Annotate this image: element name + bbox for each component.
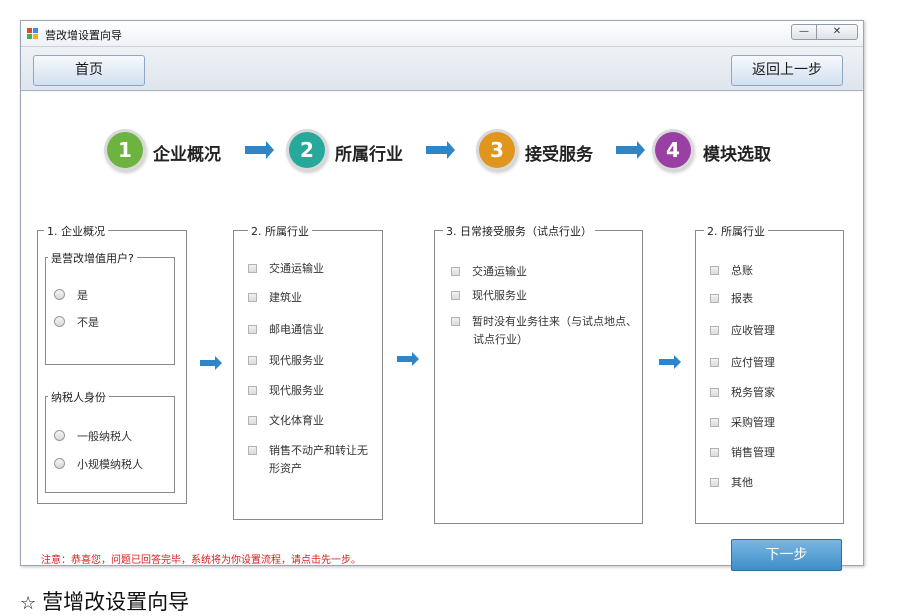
checkbox-no-business-line2: 试点行业） [473, 333, 528, 346]
step-3-label: 接受服务 [525, 145, 593, 165]
star-icon: ☆ [20, 593, 37, 614]
radio-icon [54, 458, 65, 469]
checkbox-modern-service[interactable]: 现代服务业 [451, 288, 527, 304]
checkbox-real-estate[interactable]: 销售不动产和转让无 [248, 443, 368, 459]
radio-vat-no[interactable]: 不是 [54, 315, 99, 331]
checkbox-receivables[interactable]: 应收管理 [710, 323, 775, 339]
taxpayer-type-group: 纳税人身份 一般纳税人 小规模纳税人 [45, 389, 175, 493]
checkbox-general-ledger[interactable]: 总账 [710, 263, 753, 279]
checkbox-icon [248, 293, 257, 302]
checkbox-icon [710, 266, 719, 275]
checkbox-tax-manager[interactable]: 税务管家 [710, 385, 775, 401]
flow-arrow-icon [659, 355, 681, 369]
module-group: 2. 所属行业 总账 报表 应收管理 应付管理 税务管家 采购管理 销售管理 其… [695, 223, 844, 524]
checkbox-no-business[interactable]: 暂时没有业务往来（与试点地点、 [451, 314, 637, 330]
group-legend: 2. 所属行业 [704, 223, 768, 239]
step-arrow-icon [426, 141, 455, 159]
step-3-badge: 3 [479, 132, 515, 168]
checkbox-icon [710, 448, 719, 457]
step-1-badge: 1 [107, 132, 143, 168]
caption-text: 营增改设置向导 [42, 590, 190, 614]
checkbox-icon [710, 326, 719, 335]
radio-icon [54, 430, 65, 441]
checkbox-culture-sports[interactable]: 文化体育业 [248, 413, 324, 429]
completion-notice: 注意：恭喜您，问题已回答完毕，系统将为你设置流程，请点击先一步。 [41, 555, 361, 566]
step-arrow-icon [616, 141, 645, 159]
checkbox-payables[interactable]: 应付管理 [710, 355, 775, 371]
group-legend: 1. 企业概况 [44, 223, 108, 239]
flow-arrow-icon [200, 356, 222, 370]
industry-group: 2. 所属行业 交通运输业 建筑业 邮电通信业 现代服务业 现代服务业 文化体育… [233, 223, 383, 520]
toolbar: 首页 返回上一步 [21, 47, 863, 91]
services-group: 3. 日常接受服务（试点行业） 交通运输业 现代服务业 暂时没有业务往来（与试点… [434, 223, 643, 524]
home-button[interactable]: 首页 [33, 55, 145, 86]
vat-user-group: 是营改增值用户? 是 不是 [45, 250, 175, 365]
checkbox-icon [248, 386, 257, 395]
wizard-content: 1 企业概况 2 所属行业 3 接受服务 4 模块选取 1. 企业概况 是营改增… [21, 92, 863, 571]
group-legend: 是营改增值用户? [48, 250, 137, 266]
checkbox-modern-service-2[interactable]: 现代服务业 [248, 383, 324, 399]
step-arrow-icon [245, 141, 274, 159]
title-bar: 营改增设置向导 — ✕ [21, 21, 863, 47]
step-4-label: 模块选取 [703, 145, 771, 165]
checkbox-icon [248, 325, 257, 334]
checkbox-construction[interactable]: 建筑业 [248, 290, 302, 306]
group-legend: 纳税人身份 [48, 389, 109, 405]
checkbox-icon [248, 264, 257, 273]
checkbox-other[interactable]: 其他 [710, 475, 753, 491]
checkbox-post-telecom[interactable]: 邮电通信业 [248, 322, 324, 338]
checkbox-icon [248, 446, 257, 455]
checkbox-icon [710, 294, 719, 303]
checkbox-purchasing[interactable]: 采购管理 [710, 415, 775, 431]
checkbox-icon [248, 356, 257, 365]
wizard-window: 营改增设置向导 — ✕ 首页 返回上一步 1 企业概况 2 所属行业 3 接受服… [20, 20, 864, 571]
radio-vat-yes[interactable]: 是 [54, 288, 88, 304]
step-1-label: 企业概况 [153, 145, 221, 165]
radio-icon [54, 316, 65, 327]
checkbox-icon [710, 388, 719, 397]
radio-general-taxpayer[interactable]: 一般纳税人 [54, 429, 132, 445]
checkbox-sales[interactable]: 销售管理 [710, 445, 775, 461]
close-button[interactable]: ✕ [816, 24, 858, 40]
checkbox-icon [451, 267, 460, 276]
group-legend: 2. 所属行业 [248, 223, 312, 239]
checkbox-transport-service[interactable]: 交通运输业 [451, 264, 527, 280]
next-step-button[interactable]: 下一步 [731, 539, 842, 571]
step-2-badge: 2 [289, 132, 325, 168]
group-legend: 3. 日常接受服务（试点行业） [443, 223, 595, 239]
checkbox-icon [451, 291, 460, 300]
page-caption: ☆ 营增改设置向导 [20, 586, 189, 616]
flow-arrow-icon [397, 352, 419, 366]
step-2-label: 所属行业 [335, 145, 403, 165]
checkbox-icon [451, 317, 460, 326]
company-profile-group: 1. 企业概况 是营改增值用户? 是 不是 纳税人身份 一般纳税人 小规模纳税人 [37, 223, 187, 504]
checkbox-real-estate-line2: 形资产 [269, 462, 302, 475]
radio-small-taxpayer[interactable]: 小规模纳税人 [54, 457, 143, 473]
radio-icon [54, 289, 65, 300]
checkbox-icon [710, 478, 719, 487]
checkbox-transport[interactable]: 交通运输业 [248, 261, 324, 277]
back-button[interactable]: 返回上一步 [731, 55, 843, 86]
checkbox-reports[interactable]: 报表 [710, 291, 753, 307]
window-title: 营改增设置向导 [45, 29, 122, 42]
checkbox-icon [710, 358, 719, 367]
minimize-button[interactable]: — [791, 24, 817, 40]
checkbox-icon [710, 418, 719, 427]
app-icon [27, 28, 39, 40]
checkbox-icon [248, 416, 257, 425]
step-4-badge: 4 [655, 132, 691, 168]
checkbox-modern-service[interactable]: 现代服务业 [248, 353, 324, 369]
